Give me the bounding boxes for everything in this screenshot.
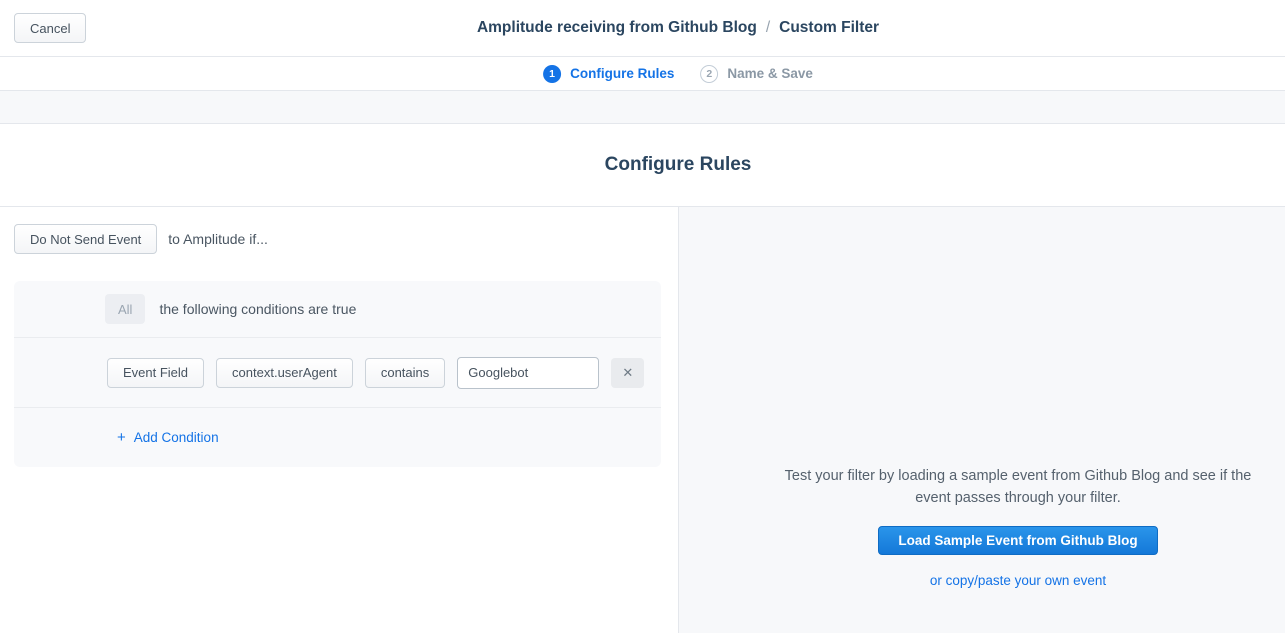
step-2-label: Name & Save (727, 66, 813, 81)
close-icon: ✕ (622, 365, 633, 381)
step-2-circle: 2 (700, 65, 718, 83)
filter-test-panel: Test your filter by loading a sample eve… (679, 207, 1285, 633)
filter-action-suffix: to Amplitude if... (168, 231, 268, 247)
add-condition-button[interactable]: + Add Condition (117, 429, 219, 446)
condition-value-input[interactable] (457, 357, 599, 389)
condition-field-button[interactable]: context.userAgent (216, 358, 353, 388)
group-operator-suffix: the following conditions are true (159, 301, 356, 317)
condition-operator-button[interactable]: contains (365, 358, 445, 388)
top-bar: Cancel Amplitude receiving from Github B… (0, 0, 1285, 57)
step-name-and-save[interactable]: 2 Name & Save (700, 65, 813, 83)
group-operator-chip[interactable]: All (105, 294, 145, 324)
title-section: Configure Rules (0, 124, 1285, 207)
breadcrumb-source-destination: Amplitude receiving from Github Blog (477, 19, 757, 36)
filter-action-row: Do Not Send Event to Amplitude if... (14, 224, 664, 254)
test-block: Test your filter by loading a sample eve… (763, 466, 1273, 588)
stepper: 1 Configure Rules 2 Name & Save (543, 65, 813, 83)
cancel-button[interactable]: Cancel (14, 13, 86, 43)
stepper-bar: 1 Configure Rules 2 Name & Save (0, 57, 1285, 91)
plus-icon: + (117, 429, 126, 446)
test-description: Test your filter by loading a sample eve… (768, 466, 1268, 509)
breadcrumb-separator: / (766, 19, 770, 36)
breadcrumb: Amplitude receiving from Github Blog / Cus… (477, 19, 879, 37)
step-configure-rules[interactable]: 1 Configure Rules (543, 65, 674, 83)
condition-type-button[interactable]: Event Field (107, 358, 204, 388)
load-sample-event-button[interactable]: Load Sample Event from Github Blog (878, 526, 1157, 555)
step-1-label: Configure Rules (570, 66, 674, 81)
condition-group-header: All the following conditions are true (14, 281, 661, 338)
condition-row: Event Field context.userAgent contains ✕ (14, 338, 661, 408)
page-title: Configure Rules (605, 154, 752, 176)
breadcrumb-current-page: Custom Filter (779, 19, 879, 36)
add-condition-row: + Add Condition (14, 408, 661, 467)
sub-header-band (0, 91, 1285, 124)
add-condition-label: Add Condition (134, 430, 219, 445)
rule-builder-panel: Do Not Send Event to Amplitude if... All… (0, 207, 679, 633)
remove-condition-button[interactable]: ✕ (611, 358, 644, 388)
step-1-circle: 1 (543, 65, 561, 83)
filter-action-button[interactable]: Do Not Send Event (14, 224, 157, 254)
condition-group-panel: All the following conditions are true Ev… (14, 281, 661, 467)
paste-own-event-link[interactable]: or copy/paste your own event (930, 573, 1106, 588)
main-content: Do Not Send Event to Amplitude if... All… (0, 207, 1285, 633)
